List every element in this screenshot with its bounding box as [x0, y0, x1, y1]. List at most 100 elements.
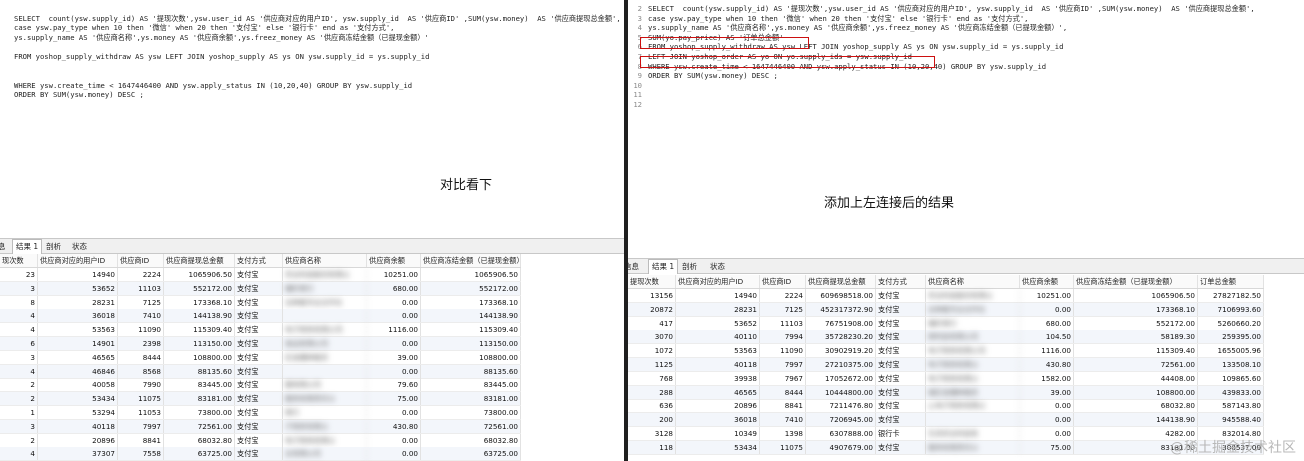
- table-cell[interactable]: 63725.00: [421, 447, 521, 461]
- table-cell[interactable]: 11103: [118, 281, 164, 295]
- table-cell[interactable]: 8444: [118, 350, 164, 364]
- table-cell[interactable]: 0.00: [367, 433, 421, 447]
- table-cell[interactable]: 118: [628, 440, 676, 454]
- table-cell[interactable]: 104.50: [1020, 330, 1074, 344]
- table-cell[interactable]: 业有限公司: [283, 447, 367, 461]
- table-cell[interactable]: 0.00: [1020, 399, 1074, 413]
- table-cell[interactable]: 439833.00: [1198, 385, 1264, 399]
- table-cell[interactable]: 83181.00: [421, 392, 521, 406]
- table-row[interactable]: 1072 53563 11090 30902919.20 支付宝 电子商务有限公司 1116…: [628, 344, 1264, 359]
- table-cell[interactable]: 20896: [676, 399, 760, 413]
- table-cell[interactable]: 支付宝: [876, 399, 926, 413]
- table-cell[interactable]: 8841: [760, 399, 806, 413]
- table-cell[interactable]: 1072: [628, 344, 676, 358]
- table-cell[interactable]: 108800.00: [421, 350, 521, 364]
- table-cell[interactable]: 144138.90: [1074, 413, 1198, 427]
- table-cell[interactable]: 硕科技有限公司: [926, 330, 1020, 344]
- table-cell[interactable]: 36018: [676, 413, 760, 427]
- table-cell[interactable]: 40058: [38, 378, 118, 392]
- table-cell[interactable]: 2: [0, 392, 38, 406]
- table-cell[interactable]: 2224: [118, 268, 164, 281]
- table-cell[interactable]: 5260660.20: [1198, 316, 1264, 330]
- table-cell[interactable]: 552172.00: [421, 281, 521, 295]
- table-cell[interactable]: 2398: [118, 337, 164, 350]
- table-cell[interactable]: 88135.60: [164, 364, 235, 378]
- table-cell[interactable]: 680.00: [1020, 316, 1074, 330]
- table-cell[interactable]: 支付宝: [876, 358, 926, 371]
- table-cell[interactable]: 14940: [676, 289, 760, 302]
- table-cell[interactable]: 子商务有限公: [283, 419, 367, 433]
- table-cell[interactable]: 14901: [38, 337, 118, 350]
- table-cell[interactable]: 40110: [676, 330, 760, 344]
- table-cell[interactable]: 609698518.00: [806, 289, 876, 302]
- table-cell[interactable]: 支付宝: [235, 268, 283, 281]
- table-row[interactable]: 636 20896 8841 7211476.80 支付宝 心电子商务有限公 0.00 680…: [628, 399, 1264, 414]
- table-cell[interactable]: 支付宝: [235, 364, 283, 378]
- table-cell[interactable]: 37307: [38, 447, 118, 461]
- column-header[interactable]: 支付方式: [876, 275, 926, 288]
- table-cell[interactable]: 7558: [118, 447, 164, 461]
- table-row[interactable]: 768 39938 7967 17052672.00 支付宝 电子商务有限公 1582.00…: [628, 371, 1264, 386]
- table-cell[interactable]: 支付宝: [876, 316, 926, 330]
- table-cell[interactable]: 辅轩商行: [926, 316, 1020, 330]
- table-cell[interactable]: 1398: [760, 427, 806, 440]
- table-cell[interactable]: 636: [628, 399, 676, 413]
- table-cell[interactable]: 银行卡: [876, 427, 926, 440]
- table-cell[interactable]: 288: [628, 385, 676, 399]
- table-cell[interactable]: 支付宝: [876, 330, 926, 344]
- table-cell[interactable]: 生态农业科技有: [926, 427, 1020, 440]
- table-cell[interactable]: 电子商务有限公司: [283, 323, 367, 337]
- table-row[interactable]: 118 53434 11075 4907679.00 支付宝 服务有限责任公 75.00 83…: [628, 440, 1264, 455]
- table-cell[interactable]: 39938: [676, 371, 760, 385]
- table-cell[interactable]: 7106993.60: [1198, 302, 1264, 316]
- table-cell[interactable]: 53434: [38, 392, 118, 406]
- table-cell[interactable]: 46565: [676, 385, 760, 399]
- table-cell[interactable]: 46565: [38, 350, 118, 364]
- column-header[interactable]: 供应商对应的用户ID: [676, 275, 760, 288]
- table-cell[interactable]: 支付宝: [876, 289, 926, 302]
- table-cell[interactable]: 115309.40: [1074, 344, 1198, 358]
- table-cell[interactable]: 20896: [38, 433, 118, 447]
- table-row[interactable]: 8 28231 7125 173368.10 支付宝 谷种植专业合作社 0.00 173368…: [0, 295, 521, 310]
- table-cell[interactable]: 83445.00: [421, 378, 521, 392]
- column-header[interactable]: 现次数: [0, 254, 38, 267]
- table-row[interactable]: 3 53652 11103 552172.00 支付宝 辅轩商行 680.00 552172.…: [0, 281, 521, 296]
- table-cell[interactable]: 4907679.00: [806, 440, 876, 454]
- table-cell[interactable]: 支付宝: [235, 323, 283, 337]
- table-cell[interactable]: 173368.10: [1074, 302, 1198, 316]
- table-cell[interactable]: 7994: [760, 330, 806, 344]
- table-cell[interactable]: 10444800.00: [806, 385, 876, 399]
- table-cell[interactable]: 28231: [38, 295, 118, 309]
- table-cell[interactable]: 73800.00: [421, 406, 521, 419]
- table-cell[interactable]: 68032.80: [1074, 399, 1198, 413]
- tab-status[interactable]: 状态: [710, 261, 725, 272]
- table-cell[interactable]: 72561.00: [164, 419, 235, 433]
- table-cell[interactable]: 1116.00: [1020, 344, 1074, 358]
- table-cell[interactable]: 支付宝: [235, 350, 283, 364]
- table-cell[interactable]: 7410: [118, 309, 164, 323]
- table-cell[interactable]: 20872: [628, 302, 676, 316]
- table-cell[interactable]: 1: [0, 406, 38, 419]
- table-cell[interactable]: 39.00: [1020, 385, 1074, 399]
- table-cell[interactable]: 10349: [676, 427, 760, 440]
- table-cell[interactable]: 53563: [676, 344, 760, 358]
- table-cell[interactable]: 2: [0, 378, 38, 392]
- table-cell[interactable]: 4: [0, 323, 38, 337]
- table-cell[interactable]: 27210375.00: [806, 358, 876, 371]
- table-cell[interactable]: 108800.00: [1074, 385, 1198, 399]
- tab-profile[interactable]: 剖析: [46, 241, 61, 252]
- table-cell[interactable]: 电子商务有限公: [283, 433, 367, 447]
- column-header[interactable]: 供应商余额: [367, 254, 421, 267]
- table-row[interactable]: 13156 14940 2224 609698518.00 支付宝 农业科技股份有限公 10…: [628, 289, 1264, 303]
- table-cell[interactable]: 113150.00: [421, 337, 521, 350]
- table-cell[interactable]: 服务有限责任公: [926, 440, 1020, 454]
- table-cell[interactable]: 1116.00: [367, 323, 421, 337]
- table-cell[interactable]: 0.00: [367, 309, 421, 323]
- table-cell[interactable]: 945588.40: [1198, 413, 1264, 427]
- table-row[interactable]: 3070 40110 7994 35728230.20 支付宝 硕科技有限公司 104.50…: [628, 330, 1264, 345]
- table-cell[interactable]: 72561.00: [421, 419, 521, 433]
- table-cell[interactable]: 7997: [118, 419, 164, 433]
- table-cell[interactable]: 417: [628, 316, 676, 330]
- column-header[interactable]: 供应商提现总金额: [164, 254, 235, 267]
- table-row[interactable]: 6 14901 2398 113150.00 支付宝 食品有限公司 0.00 113150.0…: [0, 337, 521, 351]
